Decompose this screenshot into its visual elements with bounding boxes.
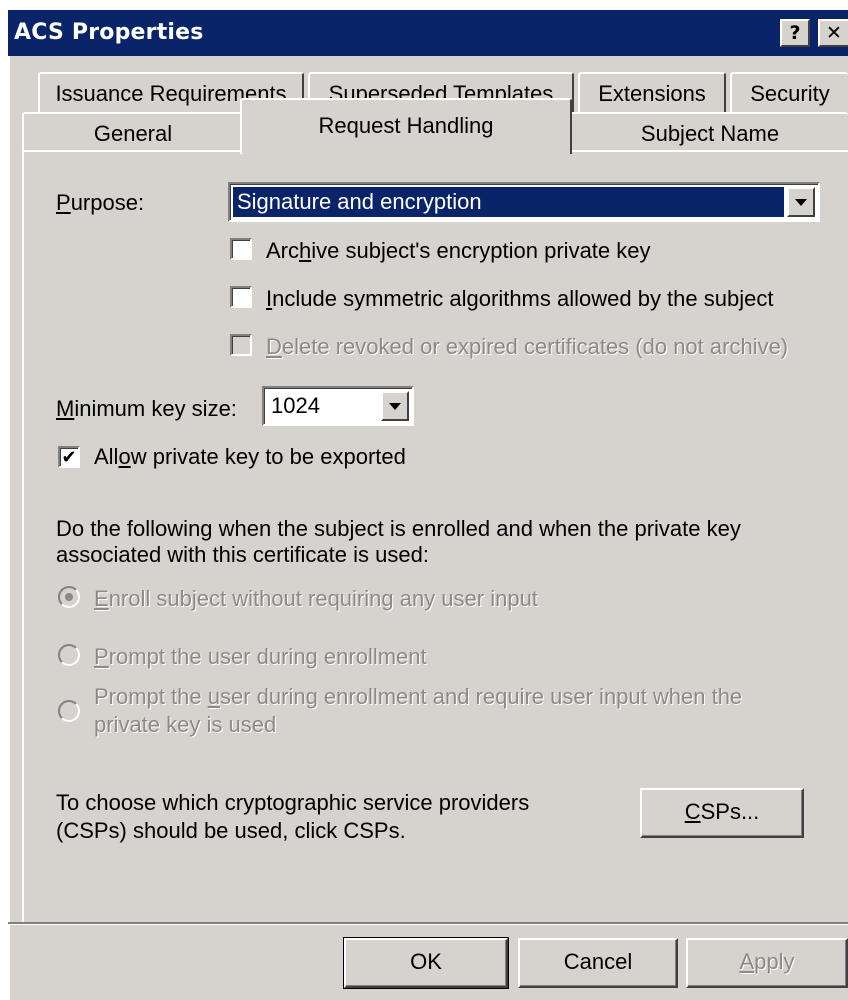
footer-separator xyxy=(8,922,848,925)
close-button[interactable]: ✕ xyxy=(818,19,848,47)
tab-general[interactable]: General xyxy=(22,112,244,152)
tab-label: Request Handling xyxy=(318,113,494,138)
tab-extensions[interactable]: Extensions xyxy=(578,72,726,112)
tab-label: Extensions xyxy=(598,81,706,106)
tab-panel xyxy=(22,150,848,922)
tab-label: Subject Name xyxy=(640,121,780,146)
tab-security[interactable]: Security xyxy=(730,72,848,112)
tab-request-handling[interactable]: Request Handling xyxy=(240,98,572,154)
tab-label: Security xyxy=(750,81,830,106)
ok-button[interactable]: OK xyxy=(343,937,509,989)
window-title: ACS Properties xyxy=(14,20,204,45)
help-button[interactable]: ? xyxy=(780,19,810,47)
title-bar[interactable]: ACS Properties ? ✕ xyxy=(8,10,848,56)
tab-subject-name[interactable]: Subject Name xyxy=(570,112,848,152)
tab-label: General xyxy=(93,121,173,146)
cancel-button[interactable]: Cancel xyxy=(518,938,678,988)
apply-button: Apply xyxy=(686,938,848,988)
